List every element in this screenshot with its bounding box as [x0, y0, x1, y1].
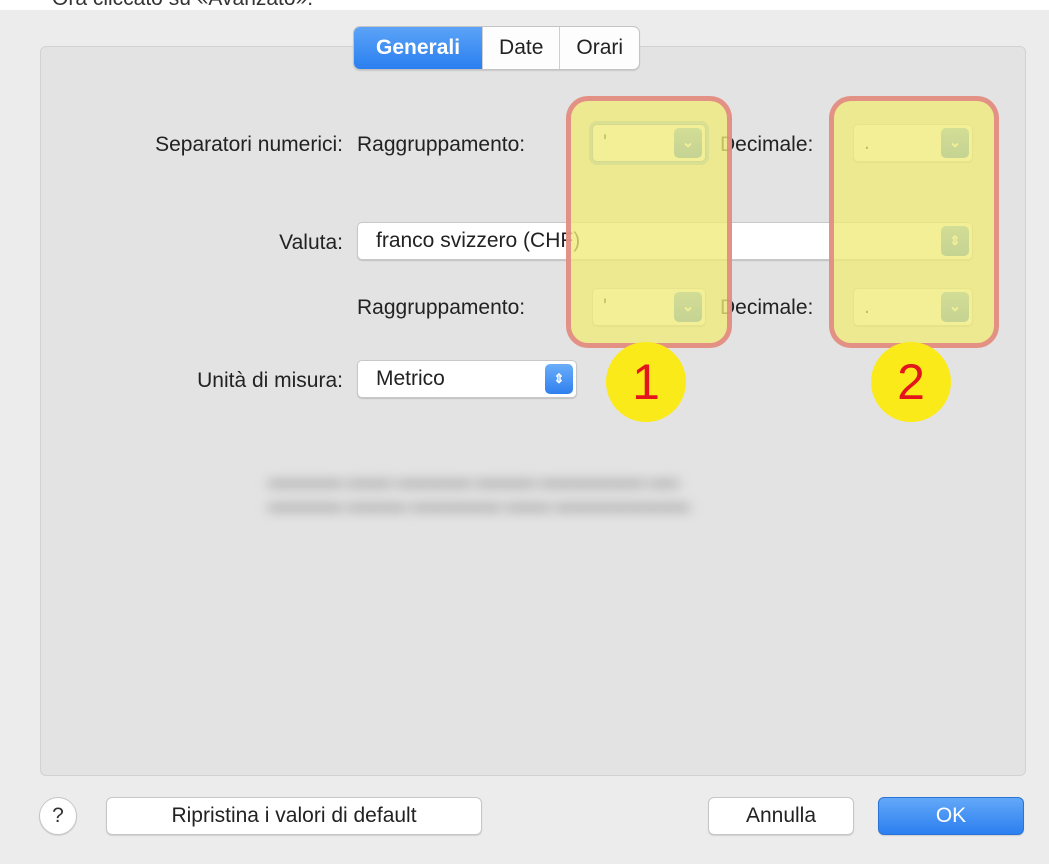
currency-label: Valuta:	[279, 231, 343, 254]
tab-orari[interactable]: Orari	[559, 27, 639, 69]
blurred-text-block: ▬▬▬▬▬ ▬▬▬ ▬▬▬▬▬ ▬▬▬▬ ▬▬▬▬▬▬▬ ▬▬ ▬▬▬▬▬ ▬▬…	[268, 473, 690, 514]
currency-value: franco svizzero (CHF)	[376, 229, 581, 252]
units-value: Metrico	[376, 367, 445, 390]
annotation-badge-2: 2	[871, 342, 951, 422]
caption-text: Ora cliccato su «Avanzato».	[52, 0, 313, 10]
numeric-decimal-label: Decimale:	[720, 133, 814, 156]
tab-generali[interactable]: Generali	[354, 27, 483, 69]
numeric-grouping-label: Raggruppamento:	[357, 133, 526, 156]
ok-button[interactable]: OK	[878, 797, 1024, 835]
caption-strip: Ora cliccato su «Avanzato».	[0, 0, 1049, 10]
units-popup[interactable]: Metrico ⇕	[357, 360, 577, 398]
tab-bar: Generali Date Orari	[353, 26, 641, 70]
annotation-badge-1: 1	[606, 342, 686, 422]
cancel-button[interactable]: Annulla	[708, 797, 854, 835]
up-down-chevron-icon: ⇕	[545, 364, 573, 394]
highlight-grouping	[566, 96, 732, 348]
restore-defaults-button[interactable]: Ripristina i valori di default	[106, 797, 482, 835]
currency-decimal-label: Decimale:	[720, 296, 814, 319]
units-label: Unità di misura:	[197, 369, 343, 392]
tab-date[interactable]: Date	[482, 27, 559, 69]
numeric-separators-label: Separatori numerici:	[155, 133, 343, 156]
highlight-decimal	[829, 96, 999, 348]
currency-grouping-label: Raggruppamento:	[357, 296, 526, 319]
help-button[interactable]: ?	[39, 797, 77, 835]
